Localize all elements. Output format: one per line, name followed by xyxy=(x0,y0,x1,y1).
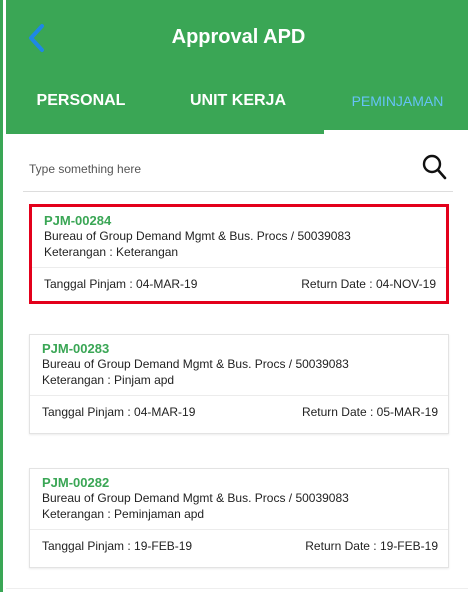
divider xyxy=(6,588,468,589)
unit-text: Bureau of Group Demand Mgmt & Bus. Procs… xyxy=(44,229,351,243)
tab-personal[interactable]: PERSONAL xyxy=(6,72,156,134)
keterangan-text: Keterangan : Peminjaman apd xyxy=(42,507,205,521)
tab-peminjaman[interactable]: PEMINJAMAN xyxy=(324,72,468,134)
tanggal-pinjam-text: Tanggal Pinjam : 19-FEB-19 xyxy=(42,539,193,553)
search-icon[interactable] xyxy=(421,152,447,182)
divider xyxy=(32,267,446,268)
unit-text: Bureau of Group Demand Mgmt & Bus. Procs… xyxy=(42,357,349,371)
page-title: Approval APD xyxy=(171,26,306,48)
tab-unit-kerja[interactable]: UNIT KERJA xyxy=(158,72,318,134)
keterangan-text: Keterangan : Keterangan xyxy=(44,245,179,259)
unit-text: Bureau of Group Demand Mgmt & Bus. Procs… xyxy=(42,491,349,505)
return-date-text: Return Date : 19-FEB-19 xyxy=(305,539,438,553)
active-tab-indicator xyxy=(324,130,468,134)
list-item[interactable]: PJM-00282 Bureau of Group Demand Mgmt & … xyxy=(29,468,449,568)
list-item[interactable]: PJM-00283 Bureau of Group Demand Mgmt & … xyxy=(29,334,449,434)
loan-code: PJM-00283 xyxy=(42,341,110,356)
return-date-text: Return Date : 05-MAR-19 xyxy=(301,405,438,419)
keterangan-text: Keterangan : Pinjam apd xyxy=(42,373,175,387)
search-input[interactable] xyxy=(29,154,389,184)
divider xyxy=(30,529,448,530)
app-screen: Approval APD PERSONAL UNIT KERJA PEMINJA… xyxy=(0,0,468,592)
list-item[interactable]: PJM-00284 Bureau of Group Demand Mgmt & … xyxy=(29,204,449,304)
tanggal-pinjam-text: Tanggal Pinjam : 04-MAR-19 xyxy=(44,277,198,291)
tanggal-pinjam-text: Tanggal Pinjam : 04-MAR-19 xyxy=(42,405,196,419)
divider xyxy=(30,395,448,396)
search-bar xyxy=(23,146,453,192)
return-date-text: Return Date : 04-NOV-19 xyxy=(301,277,436,291)
app-bar: Approval APD xyxy=(6,0,468,72)
tab-bar: PERSONAL UNIT KERJA PEMINJAMAN xyxy=(6,72,468,134)
loan-code: PJM-00284 xyxy=(44,213,112,228)
loan-code: PJM-00282 xyxy=(42,475,110,490)
